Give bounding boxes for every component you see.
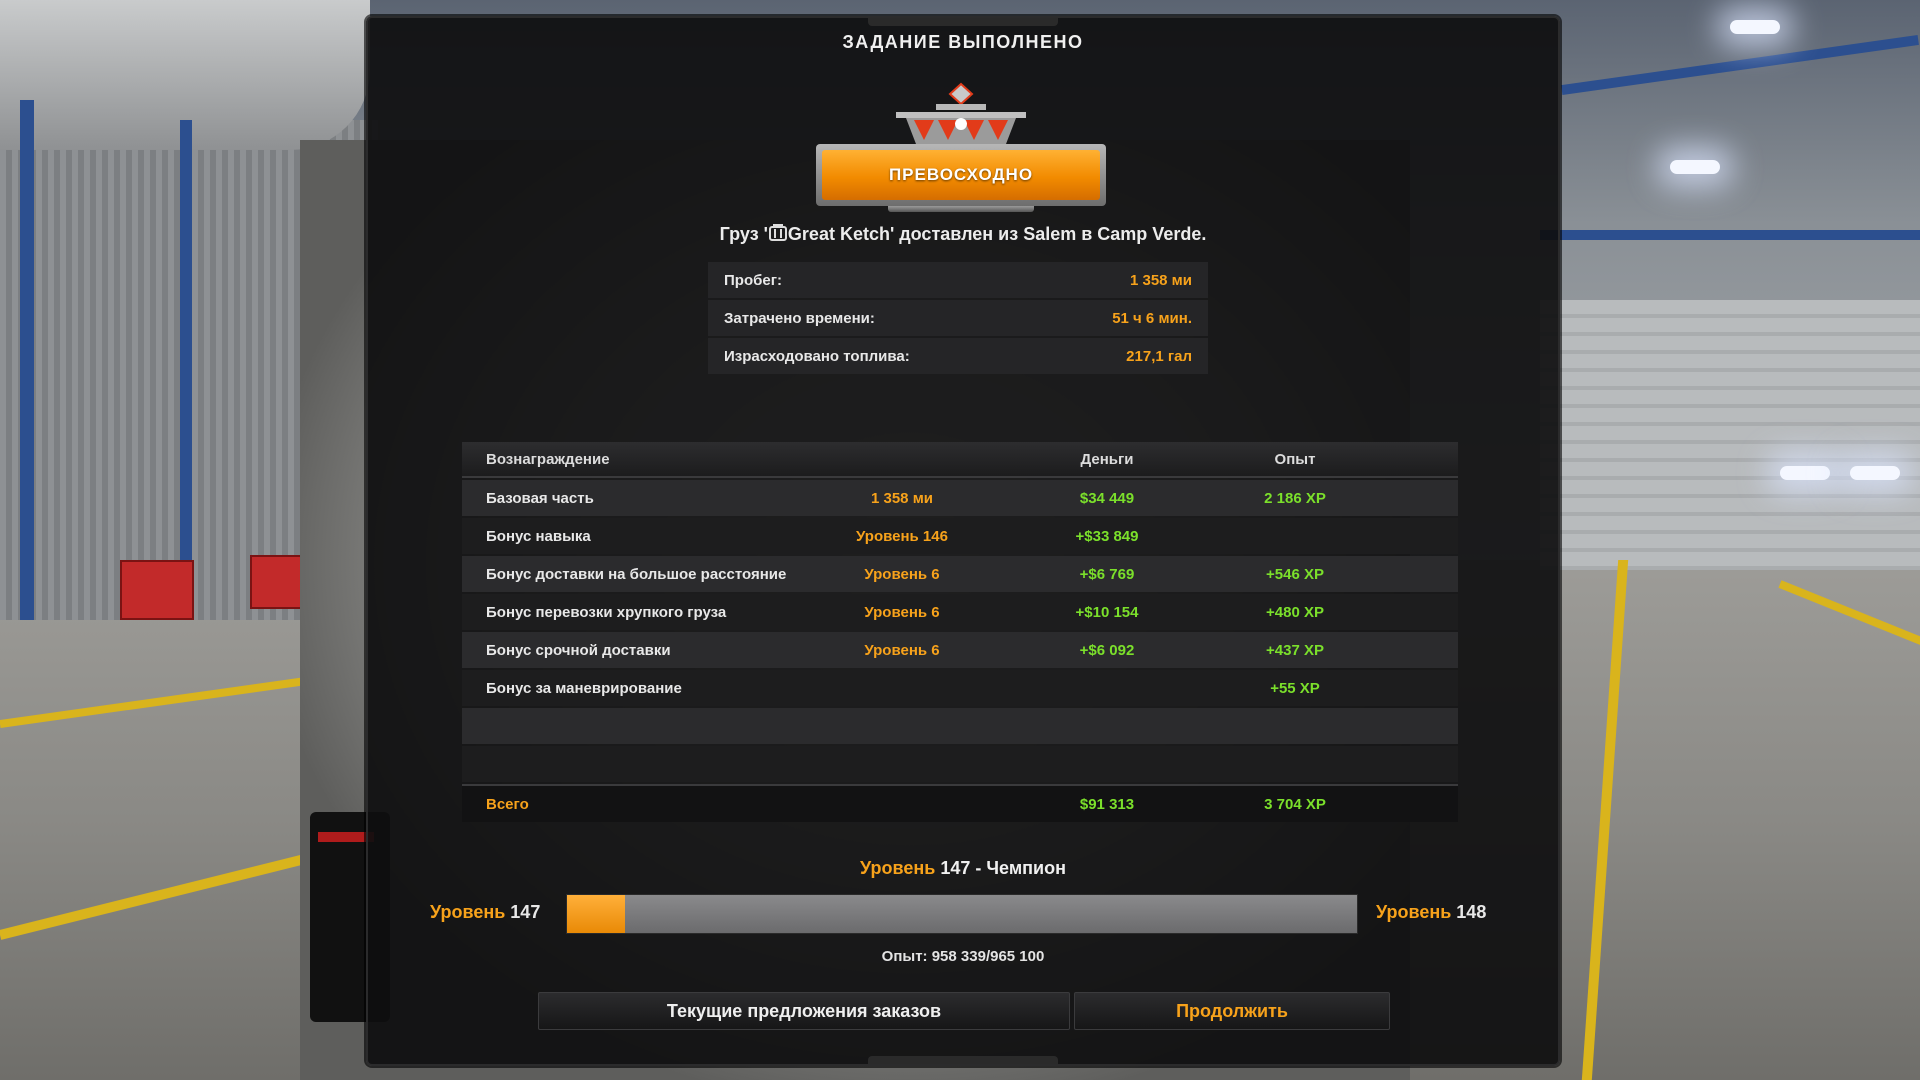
continue-button[interactable]: Продолжить [1074, 992, 1390, 1030]
table-row-total: Всего $91 313 3 704 XP [462, 784, 1458, 822]
table-row: Бонус за маневрирование +55 XP [462, 670, 1458, 706]
trip-stats: Пробег: 1 358 ми Затрачено времени: 51 ч… [708, 262, 1208, 376]
table-row-empty [462, 708, 1458, 744]
job-result-panel: ЗАДАНИЕ ВЫПОЛНЕНО ПРЕВОСХОДНО Груз ' Grea… [366, 16, 1560, 1066]
cargo-summary: Груз ' Great Ketch' доставлен из Salem в … [368, 224, 1558, 245]
rewards-header: Вознаграждение Деньги Опыт [462, 442, 1458, 478]
level-progress-fill [567, 895, 625, 933]
cargo-prefix: Груз ' [719, 224, 768, 244]
cargo-route: ' доставлен из Salem в Camp Verde. [889, 224, 1207, 244]
table-row: Бонус срочной доставки Уровень 6 +$6 092… [462, 632, 1458, 668]
current-level-label: Уровень 147 [430, 902, 541, 922]
xp-counter: Опыт: 958 339/965 100 [881, 948, 1045, 965]
crown-emblem-icon [896, 82, 1026, 144]
panel-bottom-notch [868, 1056, 1058, 1064]
level-progress-bar [566, 894, 1358, 934]
panel-top-notch [868, 18, 1058, 26]
rating-badge: ПРЕВОСХОДНО [816, 82, 1110, 212]
table-row: Бонус перевозки хрупкого груза Уровень 6… [462, 594, 1458, 630]
table-row: Бонус доставки на большое расстояние Уро… [462, 556, 1458, 592]
table-row: Бонус навыка Уровень 146 +$33 849 [462, 518, 1458, 554]
table-row-empty [462, 746, 1458, 782]
table-row: Базовая часть 1 358 ми $34 449 2 186 XP [462, 480, 1458, 516]
stat-fuel: Израсходовано топлива: 217,1 гал [708, 338, 1208, 374]
next-level-label: Уровень 148 [1376, 902, 1487, 922]
job-offers-button[interactable]: Текущие предложения заказов [538, 992, 1070, 1030]
dialog-title: ЗАДАНИЕ ВЫПОЛНЕНО [842, 32, 1084, 52]
level-title: Уровень 147 - Чемпион [860, 858, 1066, 878]
cargo-type-icon [768, 224, 788, 242]
rewards-table: Вознаграждение Деньги Опыт Базовая часть… [462, 442, 1458, 822]
stat-time: Затрачено времени: 51 ч 6 мин. [708, 300, 1208, 336]
rating-label: ПРЕВОСХОДНО [822, 150, 1100, 200]
cargo-name: Great Ketch [787, 224, 890, 244]
stat-distance: Пробег: 1 358 ми [708, 262, 1208, 298]
